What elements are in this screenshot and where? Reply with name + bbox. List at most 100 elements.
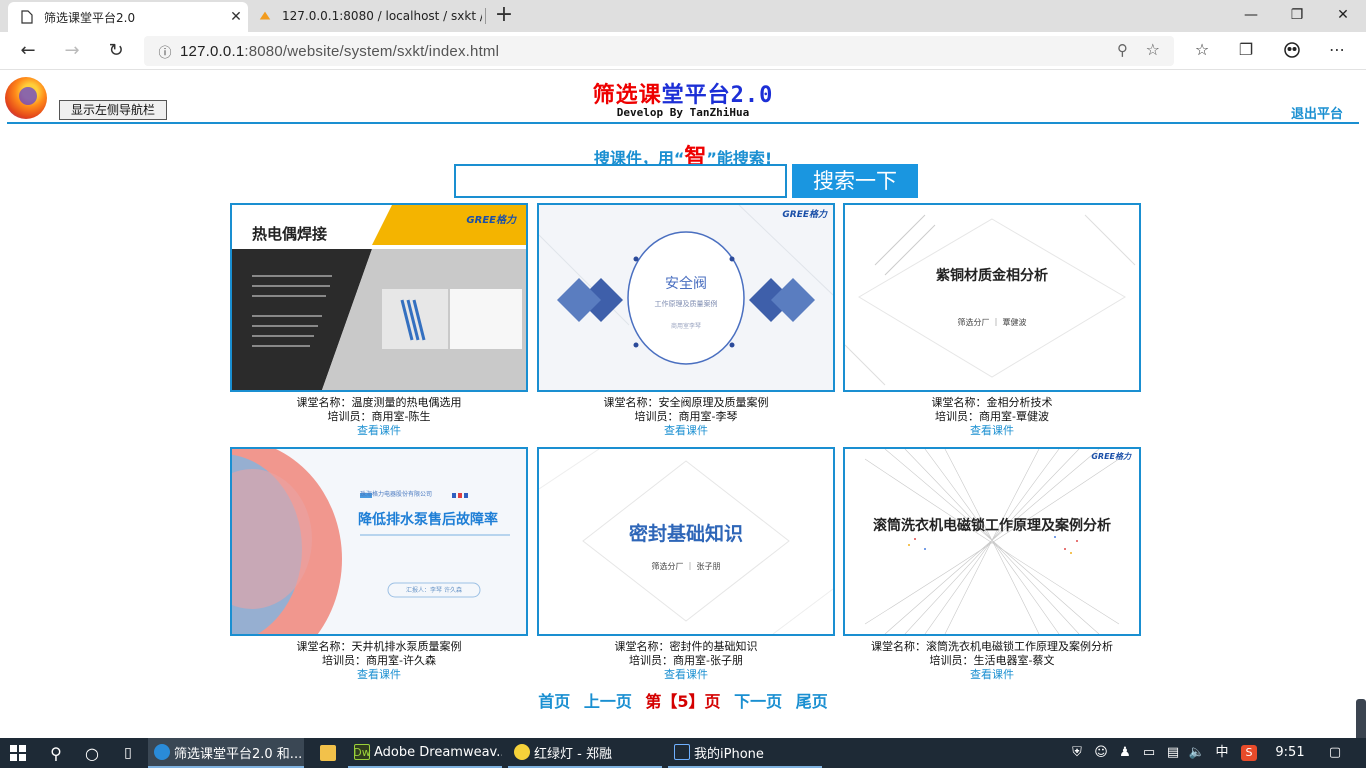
course-meta: 课堂名称：滚筒洗衣机电磁锁工作原理及案例分析 培训员：生活电器室-蔡文 查看课件 bbox=[843, 640, 1141, 682]
course-card: 紫铜材质金相分析 筛选分厂 ｜ 覃健波 课堂名称：金相分析技术 培训员：商用室-… bbox=[843, 203, 1141, 438]
course-name: 课堂名称：温度测量的热电偶选用 bbox=[296, 396, 462, 409]
brand-logo: GREE格力 bbox=[466, 215, 516, 226]
smiley-icon[interactable]: ☺ bbox=[1090, 738, 1112, 768]
thumb-title: 安全阀 bbox=[665, 276, 707, 292]
course-thumbnail[interactable]: 热电偶焊接 GREE格力 bbox=[230, 203, 528, 392]
view-courseware-link[interactable]: 查看课件 bbox=[843, 424, 1141, 438]
profile-icon[interactable] bbox=[1279, 40, 1305, 62]
add-favorite-icon[interactable]: ☆ bbox=[1146, 40, 1160, 59]
course-meta: 课堂名称：安全阀原理及质量案例 培训员：商用室-李琴 查看课件 bbox=[537, 396, 835, 438]
shield-icon[interactable]: ⛨ bbox=[1066, 738, 1088, 768]
task-view-icon[interactable]: ▯ bbox=[112, 738, 144, 768]
taskbar-item-music[interactable]: 红绿灯 - 郑融 bbox=[508, 738, 662, 768]
network-icon[interactable]: ▤ bbox=[1162, 738, 1184, 768]
first-page-link[interactable]: 首页 bbox=[538, 692, 570, 711]
thumb-title: 降低排水泵售后故障率 bbox=[358, 512, 498, 528]
course-name: 课堂名称：金相分析技术 bbox=[931, 396, 1053, 409]
course-name: 课堂名称：密封件的基础知识 bbox=[614, 640, 758, 653]
course-trainer: 培训员：商用室-陈生 bbox=[327, 410, 431, 423]
favorites-icon[interactable]: ☆ bbox=[1189, 40, 1215, 62]
taskbar-item-label: 红绿灯 - 郑融 bbox=[534, 746, 612, 762]
course-trainer: 培训员：商用室-张子朋 bbox=[629, 654, 743, 667]
info-icon[interactable]: ⓘ bbox=[150, 42, 180, 61]
prev-page-link[interactable]: 上一页 bbox=[584, 692, 632, 711]
logout-link[interactable]: 退出平台 bbox=[1291, 103, 1343, 122]
thumb-title: 热电偶焊接 bbox=[252, 225, 328, 243]
restore-button[interactable]: ❐ bbox=[1274, 0, 1320, 30]
phone-icon bbox=[674, 744, 690, 760]
course-trainer: 培训员：商用室-许久森 bbox=[322, 654, 436, 667]
view-courseware-link[interactable]: 查看课件 bbox=[537, 668, 835, 682]
new-tab-icon[interactable]: + bbox=[492, 4, 516, 28]
notification-icon[interactable]: ▢ bbox=[1320, 738, 1350, 768]
taskbar-item-iphone[interactable]: 我的iPhone bbox=[668, 738, 822, 768]
thumb-subtitle: 筛选分厂 ｜ 张子朋 bbox=[651, 562, 721, 571]
browser-tabstrip: 筛选课堂平台2.0 ✕ 127.0.0.1:8080 / localhost /… bbox=[0, 0, 1366, 32]
taskbar-item-dreamweaver[interactable]: Dw Adobe Dreamweav... bbox=[348, 738, 502, 768]
course-thumbnail[interactable]: 滚筒洗衣机电磁锁工作原理及案例分析 GREE格力 bbox=[843, 447, 1141, 636]
page-icon bbox=[20, 10, 34, 24]
view-courseware-link[interactable]: 查看课件 bbox=[230, 424, 528, 438]
taskbar-item-explorer[interactable] bbox=[312, 738, 344, 768]
brand-logo: GREE格力 bbox=[1091, 452, 1131, 461]
course-card: 安全阀 工作原理及质量案例 商用室李琴 GREE格力 课堂名称：安全阀原理及质量… bbox=[537, 203, 835, 438]
tab-active[interactable]: 筛选课堂平台2.0 ✕ bbox=[8, 2, 248, 32]
course-thumbnail[interactable]: 珠海格力电器股份有限公司 降低排水泵售后故障率 汇报人：李琴 许久森 bbox=[230, 447, 528, 636]
volume-icon[interactable]: 🔈 bbox=[1186, 738, 1208, 768]
thumb-subtitle: 工作原理及质量案例 bbox=[654, 300, 718, 308]
address-bar[interactable]: ⓘ 127.0.0.1:8080/website/system/sxkt/ind… bbox=[144, 36, 1174, 66]
folder-icon bbox=[320, 745, 336, 761]
thumb-subtitle: 筛选分厂 ｜ 覃健波 bbox=[957, 318, 1027, 327]
last-page-link[interactable]: 尾页 bbox=[796, 692, 828, 711]
view-courseware-link[interactable]: 查看课件 bbox=[230, 668, 528, 682]
clock[interactable]: 9:51 bbox=[1268, 738, 1312, 768]
taskbar-item-label: 筛选课堂平台2.0 和... bbox=[174, 746, 303, 762]
taskbar: ⚲ ○ ▯ 筛选课堂平台2.0 和... Dw Adobe Dreamweav.… bbox=[0, 738, 1366, 768]
view-courseware-link[interactable]: 查看课件 bbox=[537, 424, 835, 438]
search-icon[interactable]: ⚲ bbox=[40, 738, 72, 768]
course-name: 课堂名称：天井机排水泵质量案例 bbox=[296, 640, 462, 653]
course-thumbnail[interactable]: 安全阀 工作原理及质量案例 商用室李琴 GREE格力 bbox=[537, 203, 835, 392]
battery-icon[interactable]: ▭ bbox=[1138, 738, 1160, 768]
course-card: 滚筒洗衣机电磁锁工作原理及案例分析 GREE格力 课堂名称：滚筒洗衣机电磁锁工作… bbox=[843, 447, 1141, 682]
forward-icon[interactable]: → bbox=[58, 38, 86, 64]
zoom-icon[interactable]: ⚲ bbox=[1117, 41, 1128, 59]
page-content: 显示左侧导航栏 筛选课堂平台2.0 Develop By TanZhiHua 退… bbox=[0, 71, 1366, 759]
minimize-button[interactable]: — bbox=[1228, 0, 1274, 30]
close-window-button[interactable]: ✕ bbox=[1320, 0, 1366, 30]
sogou-icon[interactable]: S bbox=[1238, 738, 1260, 768]
course-thumbnail[interactable]: 密封基础知识 筛选分厂 ｜ 张子朋 bbox=[537, 447, 835, 636]
cortana-icon[interactable]: ○ bbox=[76, 738, 108, 768]
brand-logo: GREE格力 bbox=[782, 210, 827, 220]
thumb-title: 密封基础知识 bbox=[628, 523, 743, 545]
tab-inactive[interactable]: 127.0.0.1:8080 / localhost / sxkt / bbox=[250, 0, 482, 32]
course-trainer: 培训员：生活电器室-蔡文 bbox=[929, 654, 1055, 667]
course-meta: 课堂名称：金相分析技术 培训员：商用室-覃健波 查看课件 bbox=[843, 396, 1141, 438]
tab-title: 筛选课堂平台2.0 bbox=[44, 10, 136, 25]
taskbar-item-edge[interactable]: 筛选课堂平台2.0 和... bbox=[148, 738, 304, 768]
collections-icon[interactable]: ❐ bbox=[1233, 40, 1259, 62]
pagination: 首页 上一页 第【5】页 下一页 尾页 bbox=[0, 688, 1366, 712]
ime-indicator[interactable]: 中 bbox=[1210, 738, 1234, 768]
windows-start-icon[interactable] bbox=[0, 738, 36, 768]
view-courseware-link[interactable]: 查看课件 bbox=[843, 668, 1141, 682]
course-trainer: 培训员：商用室-覃健波 bbox=[935, 410, 1049, 423]
thumb-company: 珠海格力电器股份有限公司 bbox=[360, 491, 433, 498]
search-input[interactable] bbox=[454, 164, 787, 198]
course-card: 热电偶焊接 GREE格力 课堂名称：温度测量的热电偶选用 培训员：商用室-陈生 … bbox=[230, 203, 528, 438]
back-icon[interactable]: ← bbox=[14, 38, 42, 64]
music-player-icon bbox=[514, 744, 530, 760]
course-card: 密封基础知识 筛选分厂 ｜ 张子朋 课堂名称：密封件的基础知识 培训员：商用室-… bbox=[537, 447, 835, 682]
course-thumbnail[interactable]: 紫铜材质金相分析 筛选分厂 ｜ 覃健波 bbox=[843, 203, 1141, 392]
tab-title: 127.0.0.1:8080 / localhost / sxkt / bbox=[282, 9, 482, 23]
qq-icon[interactable]: ♟ bbox=[1114, 738, 1136, 768]
more-icon[interactable]: ⋯ bbox=[1324, 40, 1350, 62]
search-button[interactable]: 搜索一下 bbox=[792, 164, 918, 198]
taskbar-item-label: Adobe Dreamweav... bbox=[374, 744, 502, 760]
next-page-link[interactable]: 下一页 bbox=[734, 692, 782, 711]
phpmyadmin-icon bbox=[258, 9, 272, 23]
tab-close-icon[interactable]: ✕ bbox=[224, 9, 248, 25]
site-subtitle: Develop By TanZhiHua bbox=[616, 106, 750, 119]
refresh-icon[interactable]: ↻ bbox=[102, 38, 130, 64]
course-card: 珠海格力电器股份有限公司 降低排水泵售后故障率 汇报人：李琴 许久森 课堂名称：… bbox=[230, 447, 528, 682]
